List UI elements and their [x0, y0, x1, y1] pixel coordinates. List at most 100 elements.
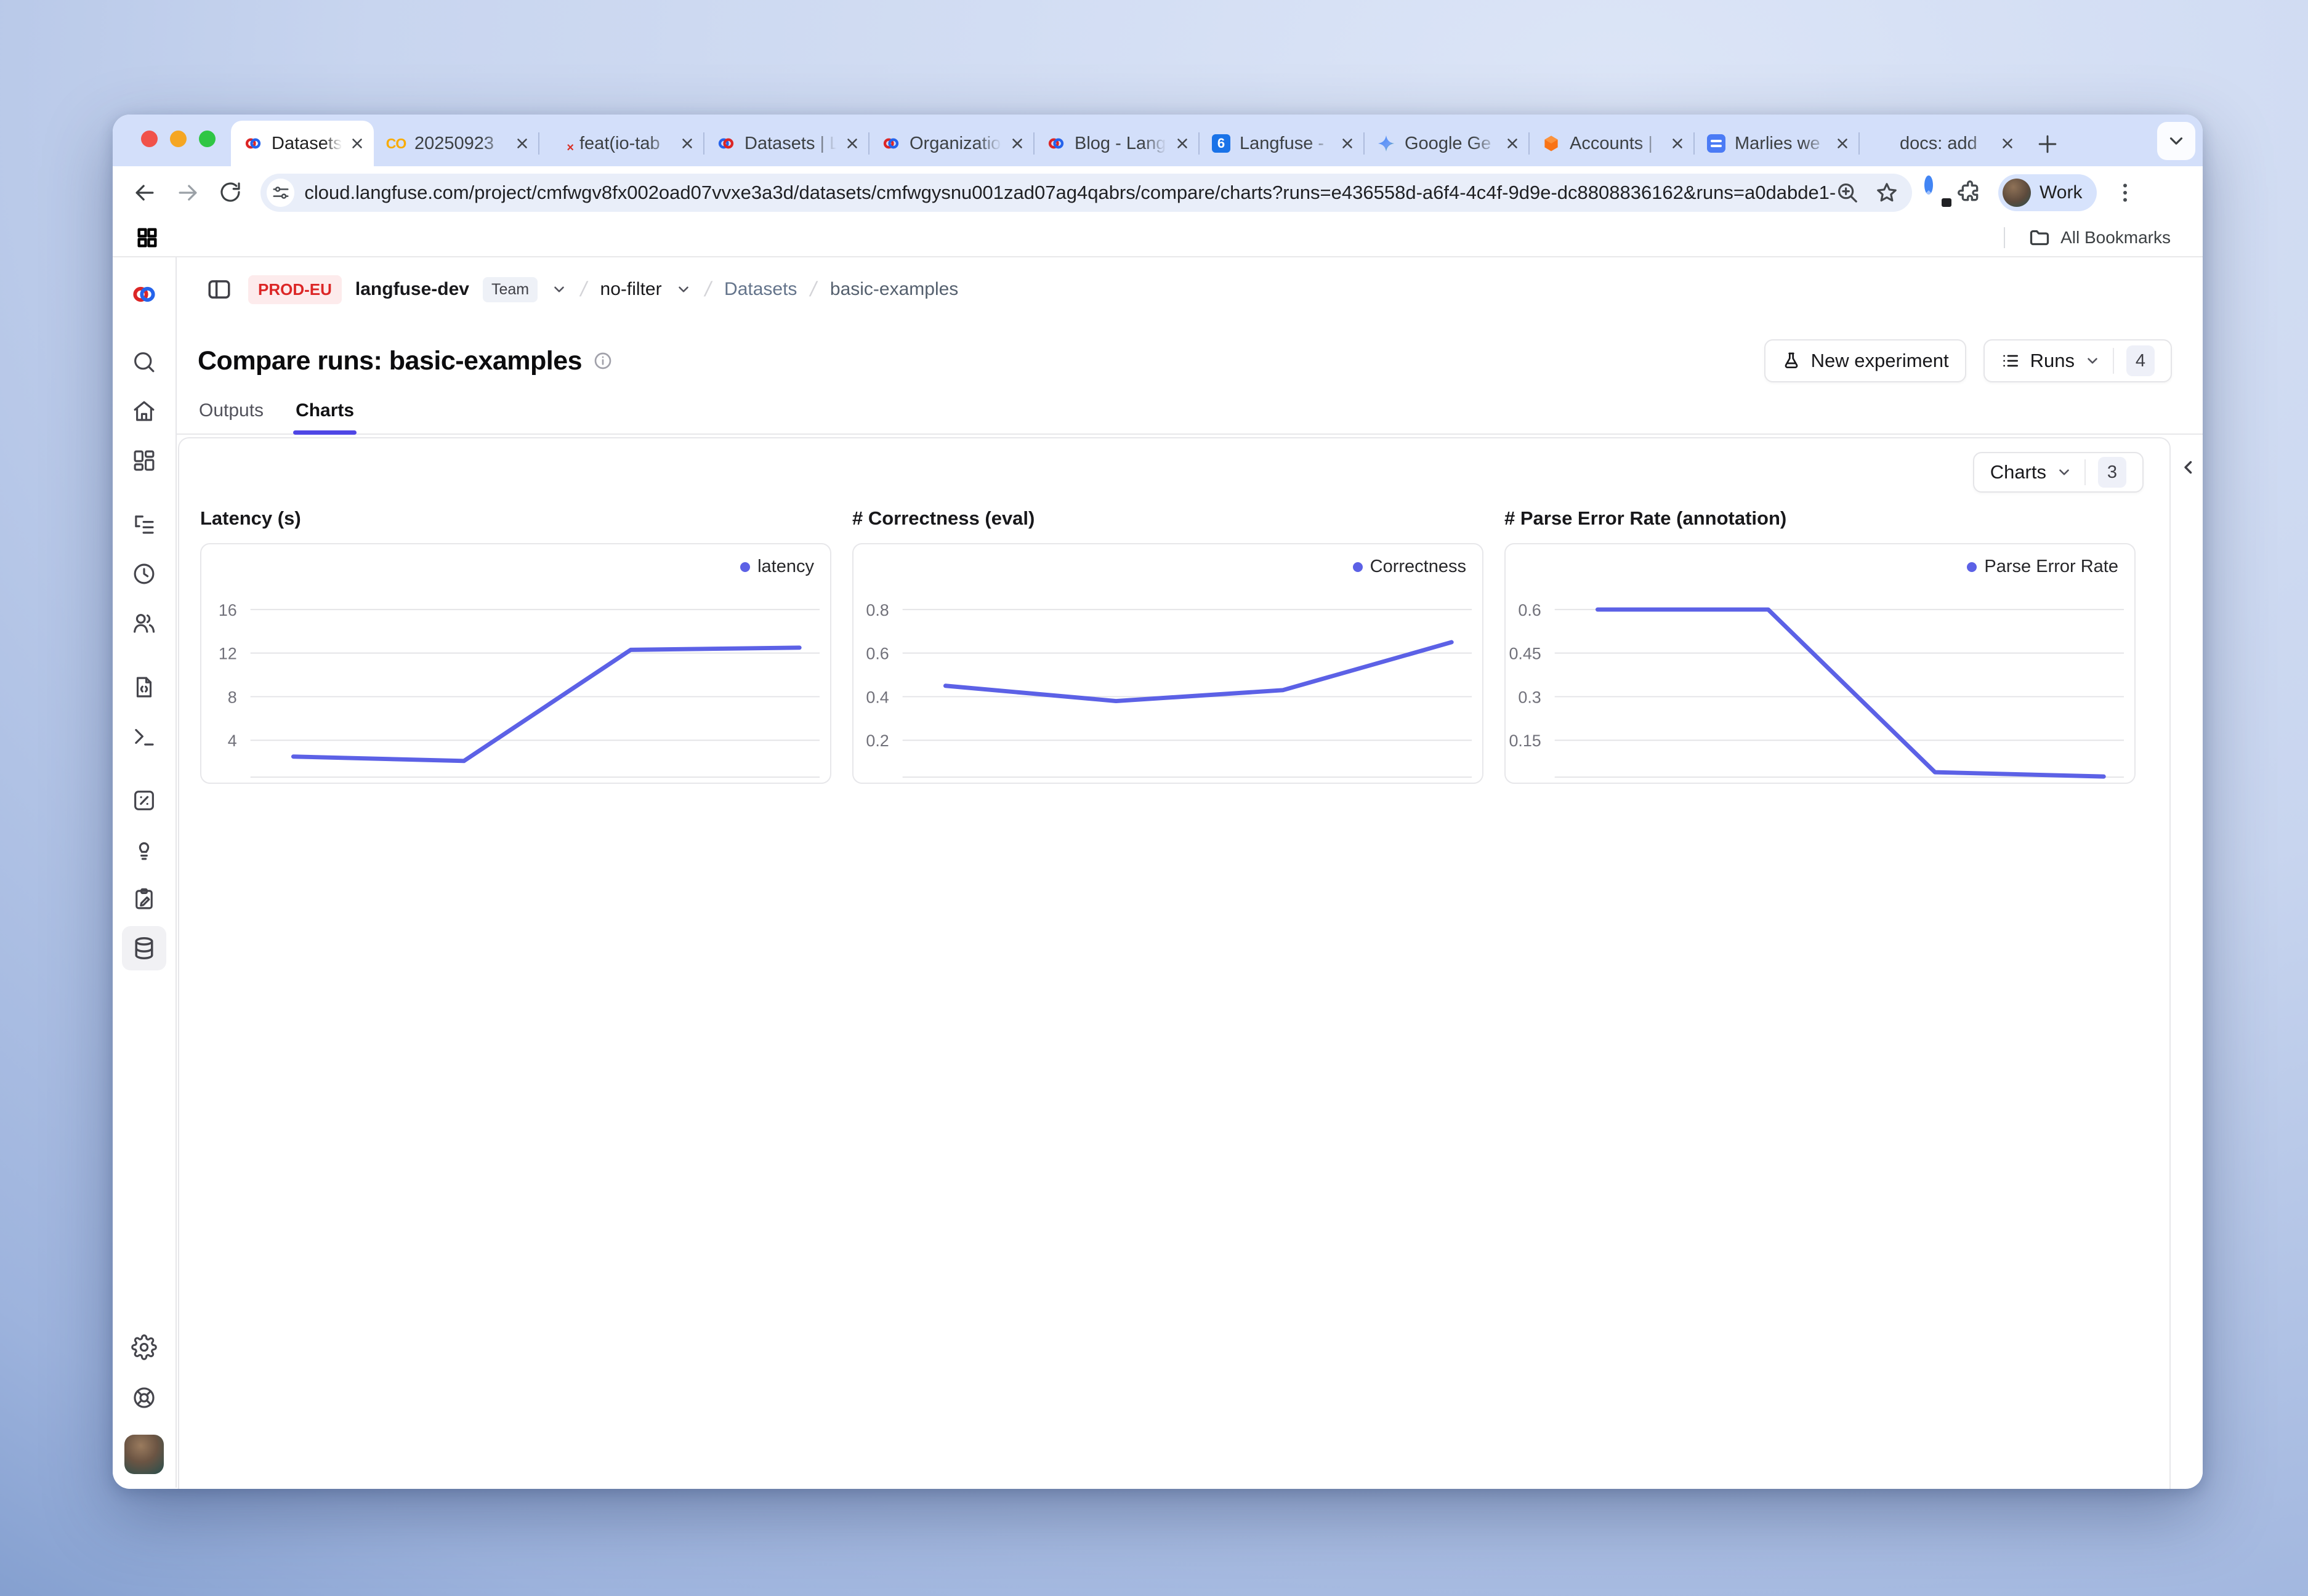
breadcrumb-datasets-link[interactable]: Datasets: [724, 279, 797, 300]
divider: [2004, 227, 2005, 248]
breadcrumb-divider: /: [578, 278, 589, 302]
sidebar-item-support[interactable]: [131, 1384, 158, 1411]
close-tab-icon[interactable]: [1834, 135, 1850, 151]
tab-datasets-2[interactable]: Datasets | L: [704, 121, 869, 166]
chevron-down-icon[interactable]: [551, 281, 567, 297]
tab-outputs[interactable]: Outputs: [199, 400, 264, 433]
runs-selector-button[interactable]: Runs 4: [1983, 339, 2172, 382]
sidebar-item-annotation[interactable]: [131, 885, 158, 913]
tab-accounts[interactable]: Accounts |: [1529, 121, 1694, 166]
sidebar-item-playground[interactable]: [131, 723, 158, 750]
tab-calendar[interactable]: 6 Langfuse -: [1199, 121, 1364, 166]
sidebar-item-settings[interactable]: [131, 1334, 158, 1361]
close-tab-icon[interactable]: [1174, 135, 1190, 151]
extensions-puzzle-icon[interactable]: [1958, 180, 1982, 205]
back-icon[interactable]: [131, 179, 158, 206]
collapse-panel-icon[interactable]: [2178, 457, 2199, 478]
close-tab-icon[interactable]: [1339, 135, 1355, 151]
charts-selector-button[interactable]: Charts 3: [1973, 452, 2144, 493]
url-text[interactable]: cloud.langfuse.com/project/cmfwgv8fx002o…: [304, 182, 1836, 204]
close-tab-icon[interactable]: [1669, 135, 1685, 151]
svg-text:0.6: 0.6: [866, 645, 889, 663]
close-tab-icon[interactable]: [679, 135, 695, 151]
tab-label: Organizatio: [910, 134, 1004, 154]
colab-favicon-icon: CO: [386, 134, 406, 153]
browser-menu-icon[interactable]: [2113, 180, 2137, 205]
sidebar-item-insights[interactable]: [131, 836, 158, 863]
forward-icon[interactable]: [174, 179, 201, 206]
minimize-window-button[interactable]: [170, 131, 187, 147]
breadcrumb-dataset-name[interactable]: basic-examples: [830, 279, 958, 300]
org-role-badge: Team: [483, 277, 538, 302]
user-avatar[interactable]: [124, 1435, 164, 1474]
langfuse-favicon-icon: [881, 134, 901, 153]
tab-search-button[interactable]: [2157, 122, 2195, 160]
site-settings-icon[interactable]: [267, 179, 294, 207]
new-experiment-label: New experiment: [1811, 350, 1949, 372]
browser-profile-chip[interactable]: Work: [1998, 174, 2097, 211]
reload-icon[interactable]: [217, 179, 244, 206]
new-experiment-button[interactable]: New experiment: [1764, 339, 1966, 382]
tab-marlies[interactable]: Marlies we: [1694, 121, 1859, 166]
tab-organization[interactable]: Organizatio: [869, 121, 1034, 166]
close-tab-icon[interactable]: [1504, 135, 1520, 151]
sidebar-toggle-icon[interactable]: [206, 276, 232, 302]
close-tab-icon[interactable]: [1999, 135, 2015, 151]
chevron-down-icon[interactable]: [676, 281, 692, 297]
profile-avatar: [2003, 179, 2031, 207]
sidebar-item-evaluation[interactable]: [131, 787, 158, 814]
url-bar[interactable]: cloud.langfuse.com/project/cmfwgv8fx002o…: [260, 174, 1912, 212]
sidebar-item-prompts[interactable]: [131, 674, 158, 701]
tab-blog[interactable]: Blog - Lang: [1034, 121, 1199, 166]
org-name[interactable]: langfuse-dev: [355, 279, 469, 300]
bookmark-star-icon[interactable]: [1875, 181, 1898, 204]
new-tab-button[interactable]: [2034, 131, 2061, 158]
sidebar-item-dashboards[interactable]: [131, 447, 158, 474]
runs-count-badge: 4: [2126, 345, 2155, 376]
tab-label: Blog - Lang: [1075, 134, 1169, 154]
tab-github-docs[interactable]: docs: add: [1859, 121, 2024, 166]
tab-gemini[interactable]: Google Ge: [1364, 121, 1529, 166]
environment-badge[interactable]: PROD-EU: [248, 275, 342, 304]
close-window-button[interactable]: [141, 131, 158, 147]
tab-colab[interactable]: CO 20250923: [374, 121, 539, 166]
svg-text:16: 16: [219, 601, 237, 619]
sidebar-item-home[interactable]: [131, 398, 158, 425]
apps-grid-icon[interactable]: [135, 225, 159, 250]
close-tab-icon[interactable]: [1009, 135, 1025, 151]
tab-label: Langfuse -: [1240, 134, 1334, 154]
tab-label: 20250923: [414, 134, 509, 154]
project-name[interactable]: no-filter: [600, 279, 662, 300]
main-area: PROD-EU langfuse-dev Team / no-filter / …: [177, 257, 2203, 1488]
folder-icon: [2028, 227, 2051, 249]
sidebar-item-users[interactable]: [131, 610, 158, 637]
chart-latency: Latency (s) latency 161284: [200, 507, 831, 784]
sidebar-item-tracing[interactable]: [131, 511, 158, 538]
close-tab-icon[interactable]: [349, 135, 365, 151]
sidebar-item-search[interactable]: [131, 349, 158, 376]
close-tab-icon[interactable]: [514, 135, 530, 151]
tab-charts[interactable]: Charts: [296, 400, 354, 433]
tab-github-pr[interactable]: × feat(io-tab: [539, 121, 704, 166]
svg-text:0.8: 0.8: [866, 601, 889, 619]
calendar-favicon-icon: 6: [1211, 134, 1231, 153]
extension-badge-icon[interactable]: [1924, 180, 1950, 206]
close-tab-icon[interactable]: [844, 135, 860, 151]
all-bookmarks-button[interactable]: All Bookmarks: [2060, 228, 2171, 248]
info-icon[interactable]: [593, 351, 613, 371]
charts-count-badge: 3: [2098, 457, 2126, 488]
langfuse-favicon-icon: [1046, 134, 1066, 153]
chart-area: Correctness 0.80.60.40.2: [852, 543, 1483, 784]
fullscreen-window-button[interactable]: [199, 131, 216, 147]
charts-label: Charts: [1990, 461, 2046, 483]
chart-title: # Parse Error Rate (annotation): [1504, 507, 2136, 530]
langfuse-logo-icon[interactable]: [131, 281, 158, 308]
svg-text:12: 12: [219, 645, 237, 663]
sidebar-item-datasets[interactable]: [122, 926, 166, 970]
zoom-page-icon[interactable]: [1836, 181, 1859, 204]
chart-title: # Correctness (eval): [852, 507, 1483, 530]
line-chart: 0.60.450.30.15: [1506, 544, 2134, 783]
sidebar-item-sessions[interactable]: [131, 560, 158, 587]
bookmarks-bar: All Bookmarks: [113, 219, 2203, 257]
tab-datasets-active[interactable]: Datasets | L: [231, 121, 374, 166]
